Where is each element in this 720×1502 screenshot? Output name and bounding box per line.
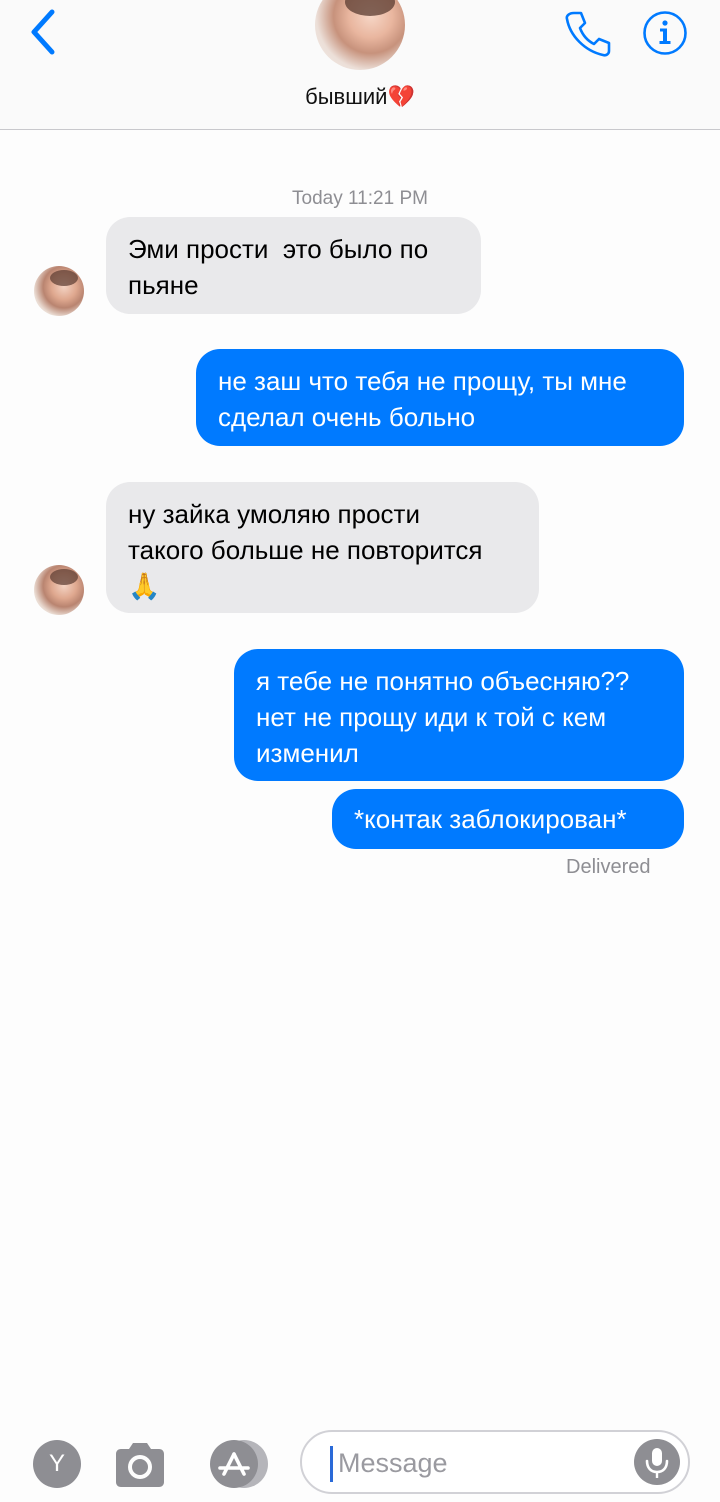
- back-button[interactable]: [24, 6, 64, 56]
- app-store-icon: [210, 1440, 268, 1488]
- info-icon: [643, 11, 687, 55]
- message-bubble-outgoing[interactable]: не заш что тебя не прощу, ты мне сделал …: [196, 349, 684, 446]
- camera-icon: [116, 1443, 164, 1487]
- contact-name[interactable]: бывший💔: [0, 84, 720, 110]
- message-bubble-incoming[interactable]: Эми прости это было по пьяне: [106, 217, 481, 314]
- phone-icon: [565, 11, 611, 57]
- text-caret: [330, 1446, 333, 1482]
- message-bubble-outgoing[interactable]: я тебе не понятно объесняю?? нет не прощ…: [234, 649, 684, 781]
- delivery-status: Delivered: [566, 856, 651, 878]
- contact-avatar[interactable]: [315, 0, 405, 70]
- app-drawer-button[interactable]: Y: [33, 1440, 81, 1488]
- app-button-label: Y: [48, 1450, 65, 1477]
- sender-avatar: [34, 266, 84, 316]
- info-button[interactable]: [642, 10, 688, 56]
- camera-button[interactable]: [112, 1440, 168, 1488]
- conversation-header: бывший💔: [0, 0, 720, 130]
- chevron-left-icon: [31, 9, 55, 55]
- conversation-timestamp: Today 11:21 PM: [292, 188, 428, 209]
- message-bubble-incoming[interactable]: ну зайка умоляю прости такого больше не …: [106, 482, 539, 613]
- message-placeholder: Message: [338, 1448, 448, 1478]
- microphone-icon: [645, 1448, 669, 1478]
- call-button[interactable]: [562, 8, 612, 58]
- app-store-button[interactable]: [204, 1438, 272, 1490]
- sender-avatar: [34, 565, 84, 615]
- message-input[interactable]: Message: [300, 1430, 690, 1494]
- message-bubble-outgoing[interactable]: *контак заблокирован*: [332, 789, 684, 849]
- microphone-button[interactable]: [634, 1439, 680, 1485]
